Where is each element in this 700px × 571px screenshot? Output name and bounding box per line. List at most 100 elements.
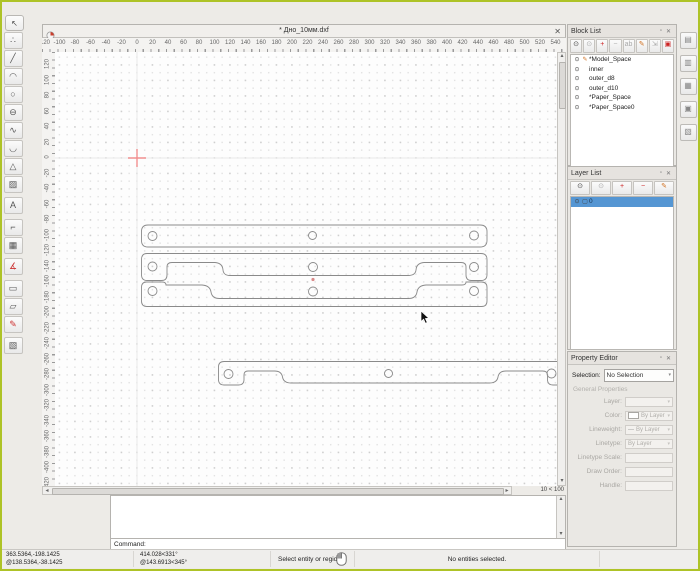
- panel-toggle-button[interactable]: ▧: [680, 124, 697, 141]
- menu-item[interactable]: [64, 7, 74, 9]
- part-outline[interactable]: [142, 282, 488, 307]
- part-outline[interactable]: [142, 254, 488, 281]
- property-field[interactable]: — By Layer ▾: [625, 411, 673, 421]
- cad-tool-button[interactable]: ◡: [4, 140, 23, 157]
- block-toolbar-button[interactable]: −: [609, 39, 621, 53]
- layer-toolbar-button[interactable]: −: [633, 181, 653, 195]
- hole-circle[interactable]: [309, 232, 317, 240]
- close-document-icon[interactable]: ✕: [554, 27, 561, 36]
- close-panel-icon[interactable]: ✕: [664, 355, 673, 362]
- close-panel-icon[interactable]: ✕: [664, 170, 673, 177]
- menu-item[interactable]: [34, 7, 44, 9]
- hole-circle[interactable]: [470, 231, 479, 240]
- property-field[interactable]: — ▾: [625, 397, 673, 407]
- cad-tool-button[interactable]: ∡: [4, 258, 23, 275]
- menu-item[interactable]: [94, 7, 104, 9]
- layer-row[interactable]: ⊙ ▢ 0: [571, 197, 673, 207]
- layer-visibility-eye-icon[interactable]: ⊙: [573, 198, 581, 205]
- scroll-left-icon[interactable]: ◂: [43, 488, 51, 495]
- hole-circle[interactable]: [470, 287, 479, 296]
- property-field[interactable]: — ▾: [625, 453, 673, 463]
- drawing-canvas[interactable]: [55, 52, 557, 486]
- cad-tool-button[interactable]: ○: [4, 86, 23, 103]
- menu-item[interactable]: [134, 7, 144, 9]
- menu-item[interactable]: [104, 7, 114, 9]
- layer-toolbar-button[interactable]: +: [612, 181, 632, 195]
- menu-item[interactable]: [124, 7, 134, 9]
- menu-item[interactable]: [4, 7, 14, 9]
- cad-tool-button[interactable]: ▨: [4, 176, 23, 193]
- v-scrollbar[interactable]: ▴ ▾: [557, 52, 566, 486]
- menu-item[interactable]: [84, 7, 94, 9]
- cad-tool-button[interactable]: ▦: [4, 237, 23, 254]
- block-row[interactable]: ⊙ outer_d8: [571, 74, 673, 84]
- panel-toggle-button[interactable]: ▦: [680, 78, 697, 95]
- command-input[interactable]: [149, 540, 565, 548]
- cad-tool-button[interactable]: ∿: [4, 122, 23, 139]
- scroll-down-icon[interactable]: ▾: [558, 478, 566, 485]
- block-toolbar-button[interactable]: ▣: [662, 39, 674, 53]
- cad-tool-button[interactable]: ▧: [4, 337, 23, 354]
- scroll-right-icon[interactable]: ▸: [503, 488, 511, 495]
- cad-tool-button[interactable]: A: [4, 197, 23, 214]
- block-visibility-eye-icon[interactable]: ⊙: [573, 56, 581, 63]
- hole-circle[interactable]: [309, 263, 318, 272]
- hole-circle[interactable]: [309, 287, 318, 296]
- menu-item[interactable]: [14, 7, 24, 9]
- block-visibility-eye-icon[interactable]: ⊙: [573, 85, 581, 92]
- hole-circle[interactable]: [470, 263, 479, 272]
- cad-tool-button[interactable]: ∴: [4, 32, 23, 49]
- log-scroll-up-icon[interactable]: ▴: [557, 496, 565, 503]
- block-toolbar-button[interactable]: +: [596, 39, 608, 53]
- menu-item[interactable]: [24, 7, 34, 9]
- block-row[interactable]: ⊙ inner: [571, 65, 673, 75]
- cad-tool-button[interactable]: ⌐: [4, 219, 23, 236]
- menu-item[interactable]: [44, 7, 54, 9]
- cad-tool-button[interactable]: ▭: [4, 280, 23, 297]
- part-outline[interactable]: [142, 225, 488, 247]
- cad-tool-button[interactable]: ▱: [4, 298, 23, 315]
- layer-toolbar-button[interactable]: ⊙: [591, 181, 611, 195]
- hole-circle[interactable]: [148, 287, 157, 296]
- cad-tool-button[interactable]: ◠: [4, 68, 23, 85]
- hole-circle[interactable]: [224, 370, 233, 379]
- log-scrollbar[interactable]: ▴ ▾: [556, 496, 565, 538]
- cad-tool-button[interactable]: ✎: [4, 316, 23, 333]
- scroll-up-icon[interactable]: ▴: [558, 53, 566, 60]
- menu-item[interactable]: [74, 7, 84, 9]
- h-scrollbar-thumb[interactable]: [52, 488, 504, 495]
- hole-circle[interactable]: [385, 370, 393, 378]
- selection-dropdown[interactable]: No Selection ▾: [604, 369, 674, 382]
- panel-toggle-button[interactable]: ▣: [680, 101, 697, 118]
- block-row[interactable]: ⊙ *Paper_Space0: [571, 103, 673, 113]
- block-visibility-eye-icon[interactable]: ⊙: [573, 104, 581, 111]
- h-scrollbar[interactable]: ◂ ▸: [42, 486, 512, 495]
- block-visibility-eye-icon[interactable]: ⊙: [573, 66, 581, 73]
- hole-circle[interactable]: [547, 369, 556, 378]
- panel-toggle-button[interactable]: ▤: [680, 32, 697, 49]
- block-row[interactable]: ⊙ *Paper_Space: [571, 93, 673, 103]
- block-visibility-eye-icon[interactable]: ⊙: [573, 94, 581, 101]
- menu-item[interactable]: [114, 7, 124, 9]
- cad-tool-button[interactable]: △: [4, 158, 23, 175]
- property-field[interactable]: — By Layer ▾: [625, 439, 673, 449]
- log-scroll-down-icon[interactable]: ▾: [557, 531, 565, 538]
- panel-toggle-button[interactable]: ▥: [680, 55, 697, 72]
- part-outline[interactable]: [219, 362, 558, 386]
- cad-tool-button[interactable]: ╱: [4, 50, 23, 67]
- layer-lock-icon[interactable]: ▢: [581, 198, 589, 205]
- property-field[interactable]: — By Layer ▾: [625, 425, 673, 435]
- layer-toolbar-button[interactable]: ✎: [654, 181, 674, 195]
- close-panel-icon[interactable]: ✕: [664, 28, 673, 35]
- block-row[interactable]: ⊙ ✎ *Model_Space: [571, 55, 673, 65]
- property-field[interactable]: — ▾: [625, 481, 673, 491]
- hole-circle[interactable]: [148, 262, 157, 271]
- cad-tool-button[interactable]: ⊖: [4, 104, 23, 121]
- document-tab-bar[interactable]: * Дно_10мм.dxf ✕: [42, 24, 566, 38]
- block-toolbar-button[interactable]: ✎: [636, 39, 648, 53]
- block-toolbar-button[interactable]: ⊙: [570, 39, 582, 53]
- command-history[interactable]: ▴ ▾: [110, 495, 566, 539]
- block-toolbar-button[interactable]: ab: [623, 39, 635, 53]
- block-row[interactable]: ⊙ outer_d10: [571, 84, 673, 94]
- block-toolbar-button[interactable]: ⇲: [649, 39, 661, 53]
